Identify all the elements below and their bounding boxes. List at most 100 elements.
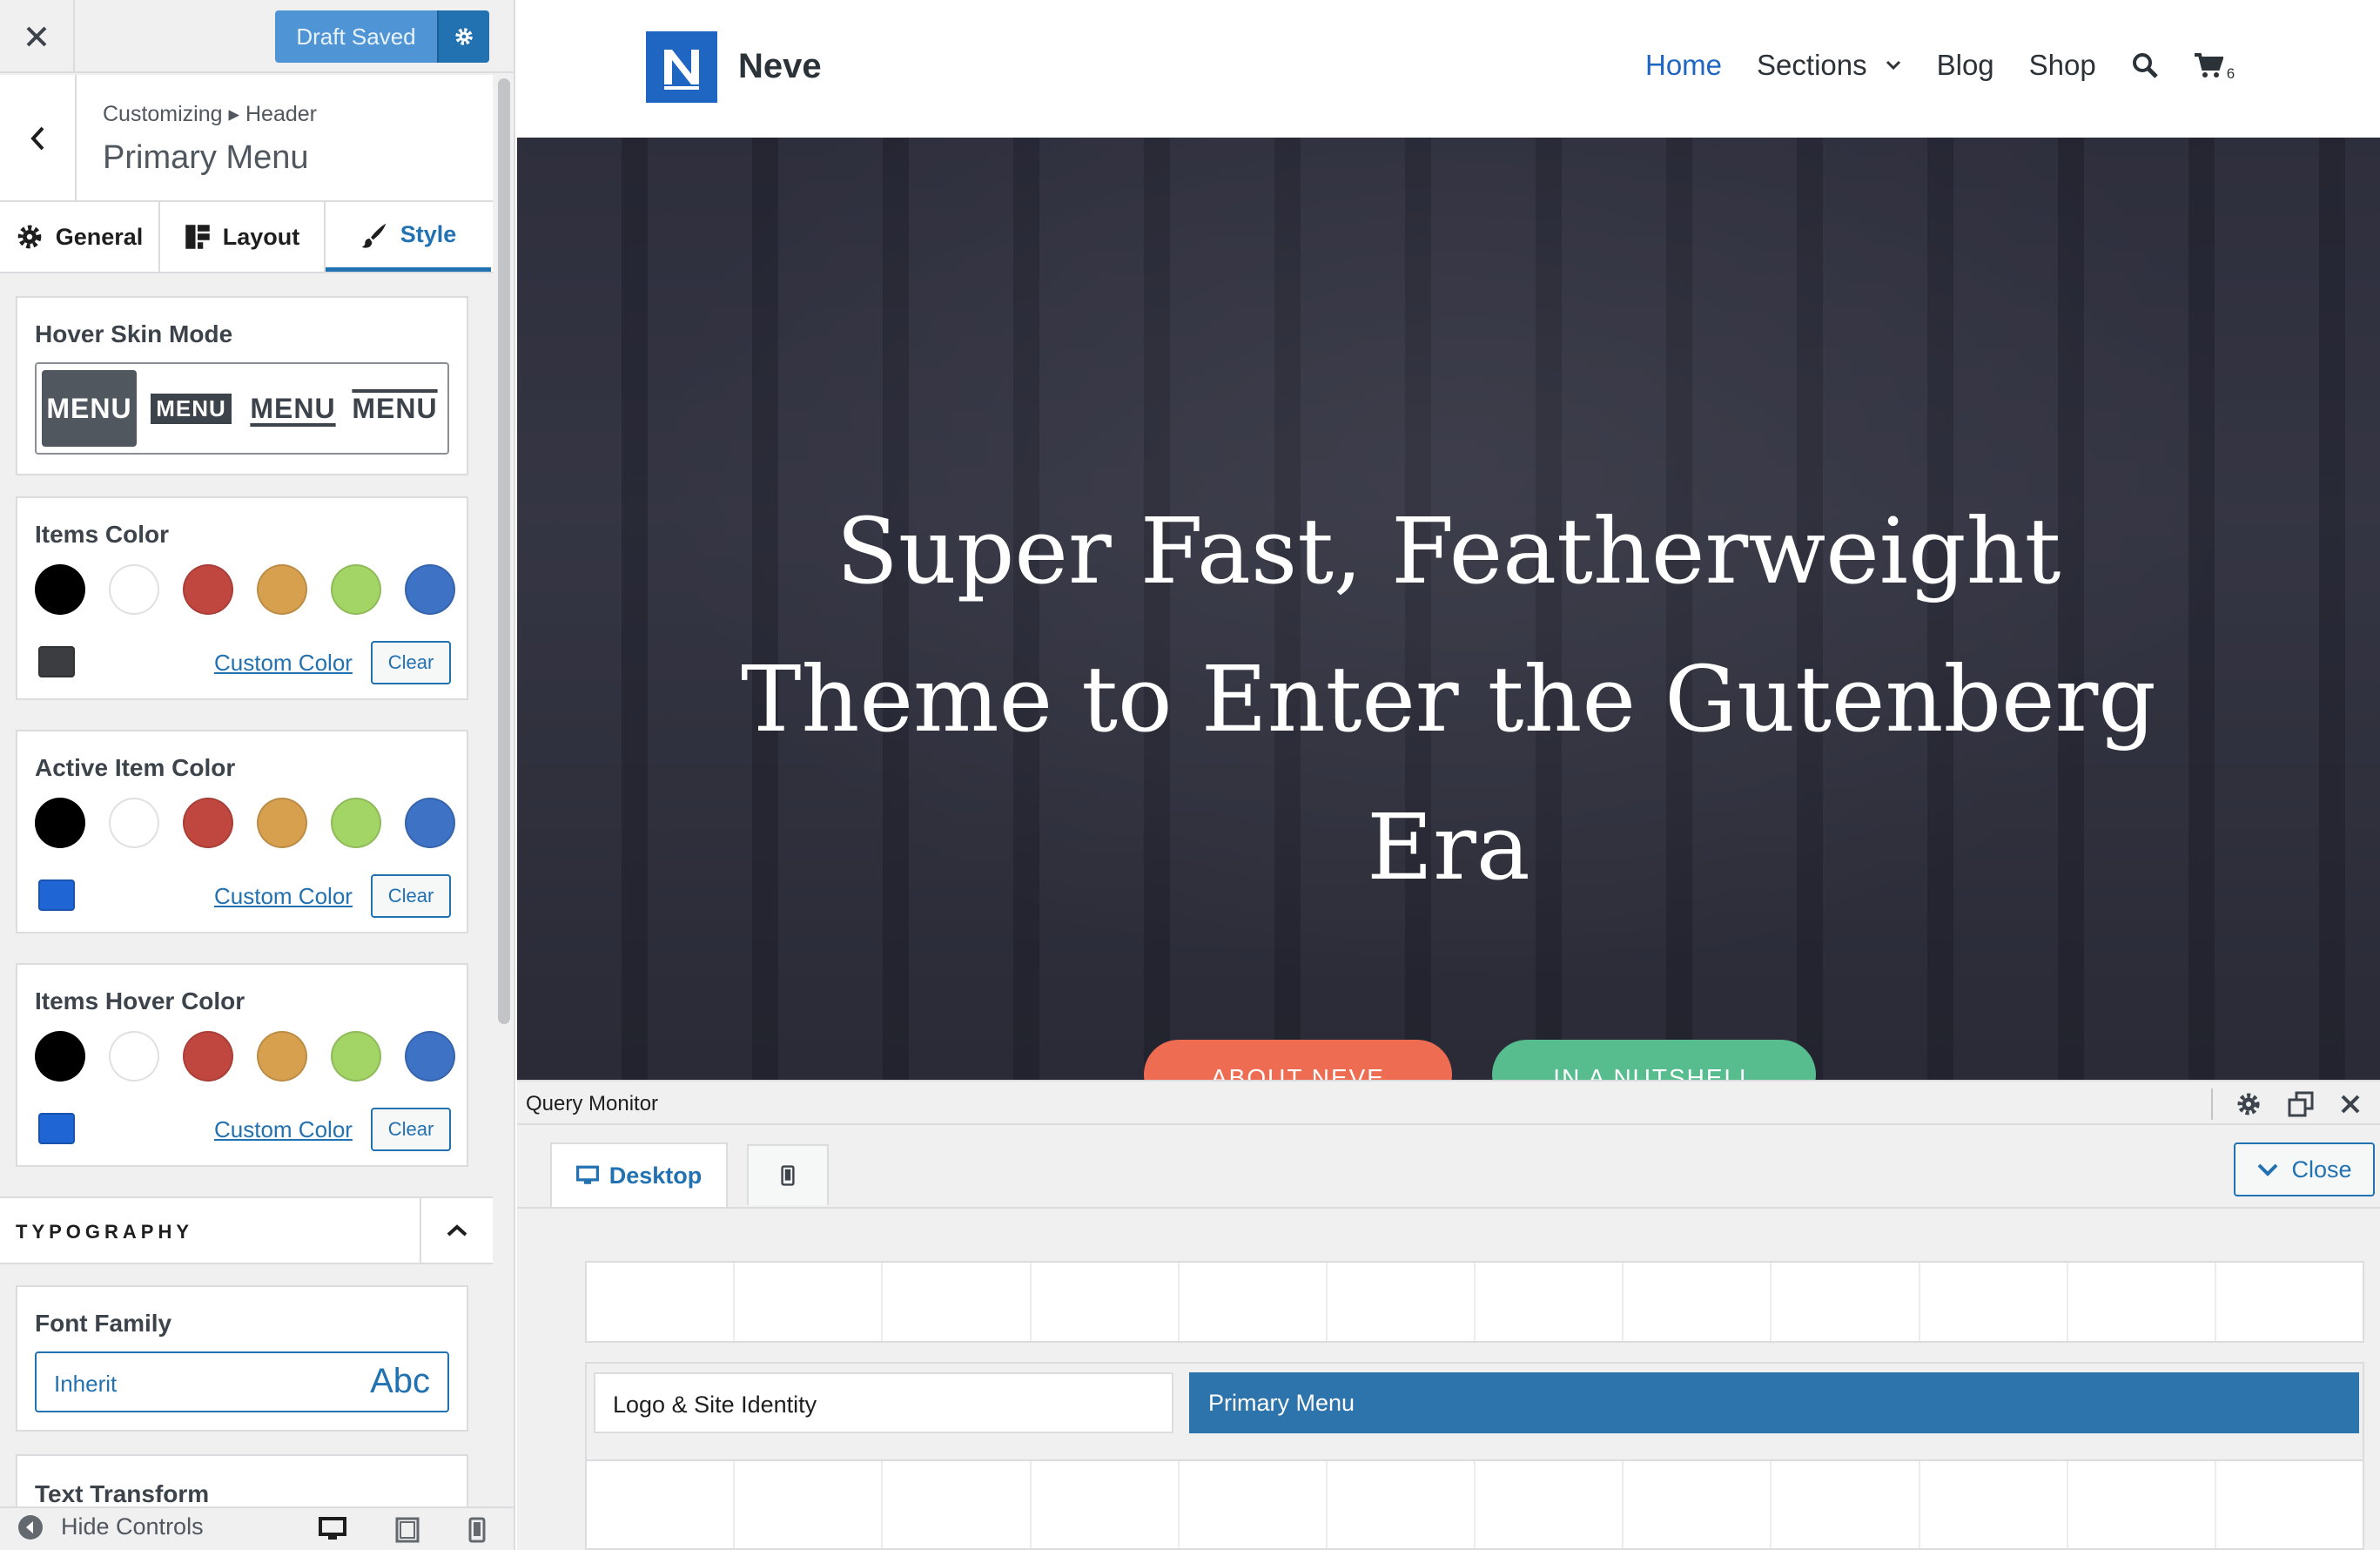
builder-item-primary-menu[interactable]: Primary Menu: [1189, 1372, 2359, 1433]
color-swatch[interactable]: [405, 564, 455, 615]
color-swatch[interactable]: [35, 798, 85, 848]
builder-row-top[interactable]: [585, 1261, 2364, 1343]
settings-gear-icon[interactable]: [2235, 1091, 2262, 1117]
desktop-icon[interactable]: [319, 1517, 346, 1541]
back-button[interactable]: [0, 75, 77, 202]
neve-logo-icon: [664, 50, 699, 90]
cart-count-badge: 6: [2226, 65, 2235, 82]
color-palette: [35, 1031, 455, 1082]
builder-close-button[interactable]: Close: [2234, 1142, 2375, 1196]
color-swatch[interactable]: [183, 1031, 233, 1082]
builder-slot[interactable]: [1476, 1263, 1624, 1341]
color-swatch[interactable]: [35, 1031, 85, 1082]
builder-slot[interactable]: [1476, 1461, 1624, 1548]
color-swatch[interactable]: [109, 564, 159, 615]
nav-item-shop[interactable]: Shop: [2029, 49, 2096, 82]
scrollbar-thumb[interactable]: [498, 78, 510, 1024]
publish-settings-button[interactable]: [437, 10, 489, 63]
color-swatch[interactable]: [405, 798, 455, 848]
draft-saved-group: Draft Saved: [275, 10, 489, 63]
builder-slot[interactable]: [735, 1461, 884, 1548]
builder-slot[interactable]: [1032, 1461, 1180, 1548]
typography-section-header[interactable]: TYPOGRAPHY: [0, 1196, 493, 1264]
current-color-swatch[interactable]: [38, 879, 75, 911]
nav-item-sections[interactable]: Sections: [1757, 49, 1902, 82]
builder-row-main[interactable]: Logo & Site Identity Primary Menu: [585, 1362, 2364, 1461]
current-color-swatch[interactable]: [38, 1113, 75, 1144]
tab-general-label: General: [55, 223, 144, 250]
color-swatch[interactable]: [331, 1031, 381, 1082]
skin-option-overline[interactable]: MENU: [347, 370, 442, 447]
color-swatch[interactable]: [109, 798, 159, 848]
site-logo[interactable]: [646, 31, 717, 103]
about-neve-button[interactable]: ABOUT NEVE: [1144, 1040, 1452, 1080]
tablet-icon[interactable]: [395, 1517, 420, 1543]
custom-color-link[interactable]: Custom Color: [214, 1116, 353, 1143]
builder-slot[interactable]: [1328, 1461, 1476, 1548]
builder-slot[interactable]: [1328, 1263, 1476, 1341]
builder-slot[interactable]: [883, 1263, 1032, 1341]
builder-slot[interactable]: [1624, 1461, 1772, 1548]
color-swatch[interactable]: [35, 564, 85, 615]
builder-slot[interactable]: [1032, 1263, 1180, 1341]
tab-style-label: Style: [400, 221, 457, 247]
close-customizer-button[interactable]: [0, 0, 75, 73]
skin-option-fill[interactable]: MENU: [42, 370, 137, 447]
builder-slot[interactable]: [1180, 1461, 1328, 1548]
custom-color-link[interactable]: Custom Color: [214, 883, 353, 910]
nav-cart[interactable]: 6: [2194, 52, 2235, 82]
builder-slot[interactable]: [2216, 1263, 2363, 1341]
builder-slot[interactable]: [1920, 1461, 2068, 1548]
builder-slot[interactable]: [883, 1461, 1032, 1548]
color-swatch[interactable]: [109, 1031, 159, 1082]
builder-slot[interactable]: [1772, 1263, 1920, 1341]
clear-button[interactable]: Clear: [371, 641, 451, 684]
skin-option-underline[interactable]: MENU: [245, 370, 340, 447]
color-swatch[interactable]: [183, 564, 233, 615]
site-title[interactable]: Neve: [738, 47, 822, 86]
color-swatch[interactable]: [257, 798, 307, 848]
custom-color-link[interactable]: Custom Color: [214, 650, 353, 677]
builder-slot[interactable]: [2068, 1263, 2216, 1341]
builder-slot[interactable]: [2068, 1461, 2216, 1548]
nav-item-label: Blog: [1936, 49, 1994, 81]
builder-slot[interactable]: [1772, 1461, 1920, 1548]
skin-option-background[interactable]: MENU: [144, 370, 239, 447]
builder-row-bottom[interactable]: [585, 1459, 2364, 1550]
color-swatch[interactable]: [257, 1031, 307, 1082]
dock-toggle-icon[interactable]: [2288, 1091, 2314, 1117]
clear-button[interactable]: Clear: [371, 874, 451, 918]
sidebar-scrollbar[interactable]: [494, 75, 514, 1503]
font-family-select[interactable]: Inherit Abc: [35, 1351, 449, 1412]
in-a-nutshell-button[interactable]: IN A NUTSHELL: [1492, 1040, 1816, 1080]
color-swatch[interactable]: [405, 1031, 455, 1082]
builder-slot[interactable]: [1180, 1263, 1328, 1341]
items-hover-color-title: Items Hover Color: [35, 987, 245, 1014]
tab-style[interactable]: Style: [326, 202, 491, 272]
nav-item-home[interactable]: Home: [1645, 49, 1722, 82]
color-swatch[interactable]: [331, 564, 381, 615]
color-swatch[interactable]: [257, 564, 307, 615]
builder-slot[interactable]: [1920, 1263, 2068, 1341]
color-swatch[interactable]: [331, 798, 381, 848]
tab-desktop[interactable]: Desktop: [550, 1142, 728, 1207]
builder-slot[interactable]: [735, 1263, 884, 1341]
mobile-icon[interactable]: [468, 1517, 486, 1543]
nav-search[interactable]: [2131, 51, 2159, 79]
color-swatch[interactable]: [183, 798, 233, 848]
builder-item-logo[interactable]: Logo & Site Identity: [594, 1372, 1173, 1433]
builder-slot[interactable]: [587, 1461, 736, 1548]
builder-slot[interactable]: [587, 1263, 736, 1341]
builder-slot[interactable]: [1624, 1263, 1772, 1341]
draft-saved-button[interactable]: Draft Saved: [275, 10, 437, 63]
hide-controls-button[interactable]: Hide Controls: [17, 1513, 204, 1540]
typography-collapse-button[interactable]: [420, 1198, 493, 1263]
close-icon[interactable]: [2340, 1094, 2361, 1115]
builder-slot[interactable]: [2216, 1461, 2363, 1548]
tab-mobile[interactable]: [747, 1144, 829, 1205]
clear-button[interactable]: Clear: [371, 1108, 451, 1151]
current-color-swatch[interactable]: [38, 646, 75, 677]
tab-general[interactable]: General: [0, 202, 160, 272]
nav-item-blog[interactable]: Blog: [1937, 49, 1994, 82]
tab-layout[interactable]: Layout: [160, 202, 326, 272]
